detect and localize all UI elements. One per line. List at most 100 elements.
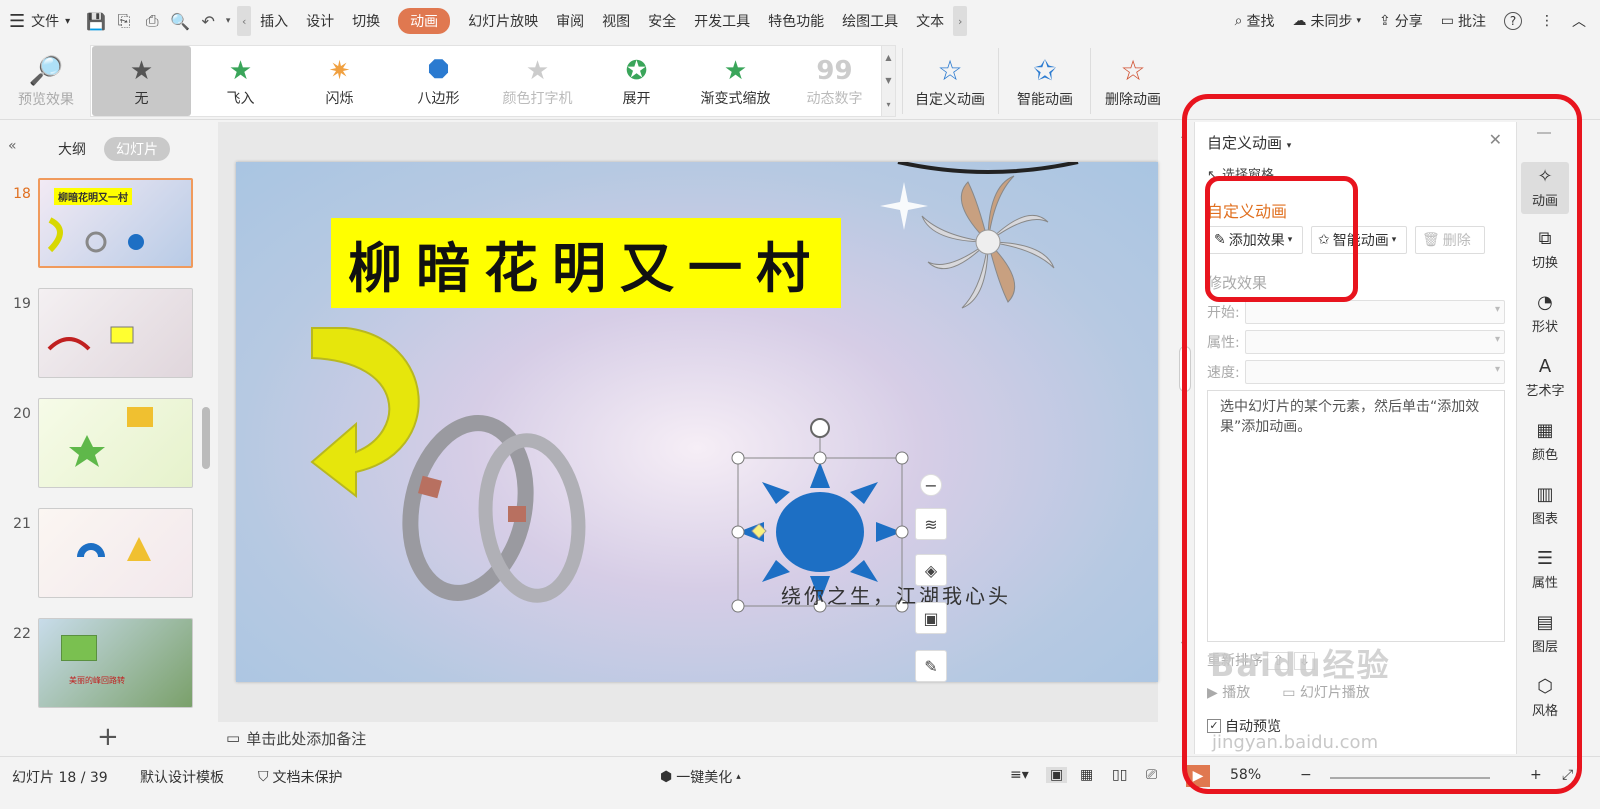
tab-drawing-tools[interactable]: 绘图工具 <box>833 0 907 42</box>
sync-button[interactable]: ☁ 未同步 ▾ <box>1293 11 1362 31</box>
collapse-panel-icon[interactable]: « <box>8 138 17 154</box>
smart-animation-button[interactable]: ✩ 智能动画 <box>1004 42 1086 120</box>
panel-tabs: « 大纲 幻灯片 <box>0 136 218 162</box>
effect-fly-in[interactable]: ★ 飞入 <box>191 46 290 116</box>
tab-review[interactable]: 审阅 <box>547 0 593 42</box>
thumbnail-shapes <box>77 537 151 561</box>
slide-sorter-icon[interactable]: ▦ <box>1080 767 1093 783</box>
delete-animation-icon: ☆ <box>1120 54 1146 87</box>
comment-button[interactable]: ▭ 批注 <box>1441 11 1486 31</box>
tab-insert[interactable]: 插入 <box>251 0 297 42</box>
gallery-scrollbar[interactable]: ▲ ▼ ▾ <box>881 46 895 116</box>
tab-text[interactable]: 文本 <box>907 0 953 42</box>
file-menu[interactable]: ☰ 文件 ▾ <box>0 0 79 42</box>
tab-animation[interactable]: 动画 <box>389 0 459 42</box>
shield-icon: ⛉ <box>258 769 269 785</box>
slide-thumbnail-19[interactable]: 19 <box>0 288 210 380</box>
baidu-watermark: Baidu经验 <box>1210 646 1391 684</box>
tab-developer[interactable]: 开发工具 <box>685 0 759 42</box>
star-fly-icon: ★ <box>228 56 253 86</box>
effect-expand[interactable]: ✪ 展开 <box>587 46 686 116</box>
tab-slides[interactable]: 幻灯片 <box>104 137 170 161</box>
slide-thumbnail-22[interactable]: 22 美丽的峰回路转 <box>0 618 210 710</box>
notes-area[interactable]: ▭ 单击此处添加备注 <box>218 722 1158 754</box>
undo-dropdown-icon[interactable]: ▾ <box>223 8 233 34</box>
curved-arrow-shape <box>310 327 420 499</box>
thumbnail-shapes <box>69 407 153 467</box>
thumbnail-image <box>38 508 193 598</box>
more-icon[interactable]: ⋮ <box>1540 13 1554 29</box>
star-zoom-icon: ★ <box>723 56 748 86</box>
slide-graphics <box>310 162 1079 613</box>
fill-color-icon[interactable]: ◈ <box>915 554 947 586</box>
tab-view[interactable]: 视图 <box>593 0 639 42</box>
highlight-section-outline <box>1205 176 1358 302</box>
tab-design[interactable]: 设计 <box>297 0 343 42</box>
undo-icon[interactable]: ↶ <box>195 8 221 34</box>
slide-canvas[interactable]: 柳暗花明又一村 绕你之生，江湖我心头 <box>236 162 1158 682</box>
tabs-scroll-left[interactable]: ‹ <box>237 6 252 36</box>
search-button[interactable]: ⌕ 查找 <box>1235 11 1275 31</box>
share-icon: ⇪ <box>1379 13 1391 29</box>
star-typewriter-icon: ★ <box>525 56 550 86</box>
right-menu: ⌕ 查找 ☁ 未同步 ▾ ⇪ 分享 ▭ 批注 ? ⋮ ︿ <box>1235 11 1600 31</box>
share-button[interactable]: ⇪ 分享 <box>1379 11 1423 31</box>
thumbnail-shapes <box>47 217 144 253</box>
panel-scrollbar[interactable] <box>202 407 210 469</box>
slide-subtitle[interactable]: 绕你之生，江湖我心头 <box>781 580 1011 609</box>
effect-zoom[interactable]: ★ 渐变式缩放 <box>686 46 785 116</box>
slide-editor: 柳暗花明又一村 绕你之生，江湖我心头 − ≋ ◈ ▣ ✎ <box>218 122 1158 722</box>
tabs-scroll-right[interactable]: › <box>953 6 968 36</box>
thumbnail-shapes <box>47 326 134 351</box>
tab-features[interactable]: 特色功能 <box>759 0 833 42</box>
hamburger-icon: ☰ <box>9 10 26 32</box>
tab-slideshow[interactable]: 幻灯片放映 <box>459 0 547 42</box>
delete-animation-button[interactable]: ☆ 删除动画 <box>1094 42 1172 120</box>
sparkle-image <box>880 182 928 230</box>
octagon-icon: ⯃ <box>428 56 449 86</box>
collapse-toolbar-icon[interactable]: − <box>920 474 942 496</box>
tab-security[interactable]: 安全 <box>639 0 685 42</box>
design-template[interactable]: 默认设计模板 <box>140 767 224 787</box>
effect-flash[interactable]: ✷ 闪烁 <box>290 46 389 116</box>
slide-position: 幻灯片 18 / 39 <box>12 770 108 786</box>
custom-animation-button[interactable]: ☆ 自定义动画 <box>908 42 992 120</box>
preview-effect-button[interactable]: 🔎 预览效果 <box>8 42 84 120</box>
slide-thumbnail-20[interactable]: 20 <box>0 398 210 490</box>
effect-color-typewriter: ★ 颜色打字机 <box>502 56 573 107</box>
add-slide-button[interactable]: + <box>97 722 119 752</box>
slide-thumbnail-18[interactable]: 18 柳暗花明又一村 <box>0 178 210 270</box>
thumbnail-caption: 美丽的峰回路转 <box>69 676 125 685</box>
smart-animation-icon: ✩ <box>1033 54 1057 87</box>
one-click-beautify-button[interactable]: ⬢ 一键美化 ▴ <box>660 767 741 787</box>
animation-gallery: ★ 无 ★ 飞入 ✷ 闪烁 ⯃ 八边形 ★ 颜色打字机 ✪ 展开 ★ 渐变式缩放 99 动态数字… <box>90 45 896 117</box>
cube-icon: ⬢ <box>660 769 673 785</box>
format-painter-icon[interactable]: ⎘ <box>111 8 137 34</box>
print-preview-icon[interactable]: 🔍 <box>167 8 193 34</box>
chevron-up-icon: ▴ <box>736 772 741 782</box>
help-icon[interactable]: ? <box>1504 12 1522 30</box>
star-expand-icon: ✪ <box>625 56 648 86</box>
layers-icon[interactable]: ≋ <box>915 508 947 540</box>
print-icon[interactable]: ⎙ <box>139 8 165 34</box>
ribbon-divider <box>998 48 999 114</box>
notes-toggle-icon[interactable]: ≡▾ <box>1010 767 1029 783</box>
effect-octagon[interactable]: ⯃ 八边形 <box>389 46 488 116</box>
outline-icon[interactable]: ▣ <box>915 602 947 634</box>
presenter-view-icon[interactable]: ⎚ <box>1146 767 1157 783</box>
normal-view-icon[interactable]: ▣ <box>1046 767 1068 783</box>
chevron-up-icon: ▲ <box>885 53 892 63</box>
tab-transition[interactable]: 切换 <box>343 0 389 42</box>
save-icon[interactable]: 💾 <box>83 8 109 34</box>
brush-icon[interactable]: ✎ <box>915 650 947 682</box>
cloud-icon: ☁ <box>1292 13 1307 29</box>
collapse-ribbon-icon[interactable]: ︿ <box>1572 11 1586 31</box>
effect-dynamic-number: 99 动态数字 <box>806 56 863 107</box>
reading-view-icon[interactable]: ▯▯ <box>1112 767 1127 783</box>
chevron-down-icon: ▼ <box>885 76 892 86</box>
tab-outline[interactable]: 大纲 <box>46 137 98 161</box>
document-protection[interactable]: ⛉ 文档未保护 <box>258 767 343 787</box>
effect-none[interactable]: ★ 无 <box>92 46 191 116</box>
slide-thumbnail-21[interactable]: 21 <box>0 508 210 600</box>
chevron-down-icon: ▾ <box>65 15 71 27</box>
